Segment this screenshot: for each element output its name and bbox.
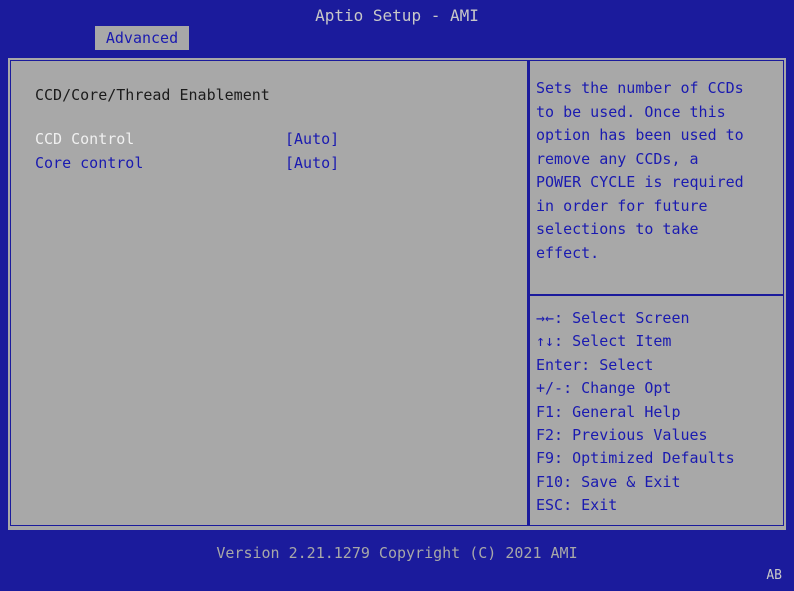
help-pane: Sets the number of CCDs to be used. Once…: [528, 60, 784, 526]
app-title: Aptio Setup - AMI: [315, 6, 479, 25]
setting-label: Core control: [35, 154, 144, 172]
setup-panel: CCD/Core/Thread Enablement CCD Control […: [8, 58, 786, 530]
title-bar: Aptio Setup - AMI Advanced: [0, 0, 794, 50]
page-title: CCD/Core/Thread Enablement: [35, 86, 270, 104]
help-line: in order for future: [536, 196, 708, 215]
key-hint: →←: Select Screen: [536, 309, 690, 327]
key-hint: ESC: Exit: [536, 496, 618, 515]
setting-label: CCD Control: [35, 130, 135, 148]
key-hint: Enter: Select: [536, 355, 654, 374]
key-hint: F9: Optimized Defaults: [536, 449, 735, 468]
key-hint: F1: General Help: [536, 402, 681, 421]
key-hint: +/-: Change Opt: [536, 379, 672, 398]
help-line: effect.: [536, 243, 600, 262]
corner-code: AB: [766, 568, 782, 583]
setting-core-control[interactable]: Core control [Auto]: [35, 154, 515, 176]
key-hint: F2: Previous Values: [536, 426, 708, 445]
footer-bar: Version 2.21.1279 Copyright (C) 2021 AMI…: [0, 538, 794, 591]
tab-advanced[interactable]: Advanced: [95, 26, 189, 50]
setting-ccd-control[interactable]: CCD Control [Auto]: [35, 130, 515, 152]
bios-screen: Aptio Setup - AMI Advanced CCD/Core/Thre…: [0, 0, 794, 591]
setting-value[interactable]: [Auto]: [285, 154, 339, 172]
version-text: Version 2.21.1279 Copyright (C) 2021 AMI: [216, 544, 578, 562]
help-line: remove any CCDs, a: [536, 149, 699, 168]
help-line: Sets the number of CCDs: [536, 79, 744, 97]
help-line: selections to take: [536, 220, 699, 238]
help-line: POWER CYCLE is required: [536, 173, 744, 191]
main-area: CCD/Core/Thread Enablement CCD Control […: [0, 50, 794, 538]
setting-value[interactable]: [Auto]: [285, 130, 339, 148]
key-hint: F10: Save & Exit: [536, 472, 681, 491]
help-line: option has been used to: [536, 126, 744, 144]
key-hint: ↑↓: Select Item: [536, 332, 672, 351]
help-text: Sets the number of CCDs to be used. Once…: [536, 77, 780, 265]
settings-pane: CCD/Core/Thread Enablement CCD Control […: [10, 60, 528, 526]
key-legend: →←: Select Screen ↑↓: Select Item Enter:…: [536, 307, 780, 518]
help-line: to be used. Once this: [536, 102, 726, 121]
help-divider: [530, 294, 783, 296]
